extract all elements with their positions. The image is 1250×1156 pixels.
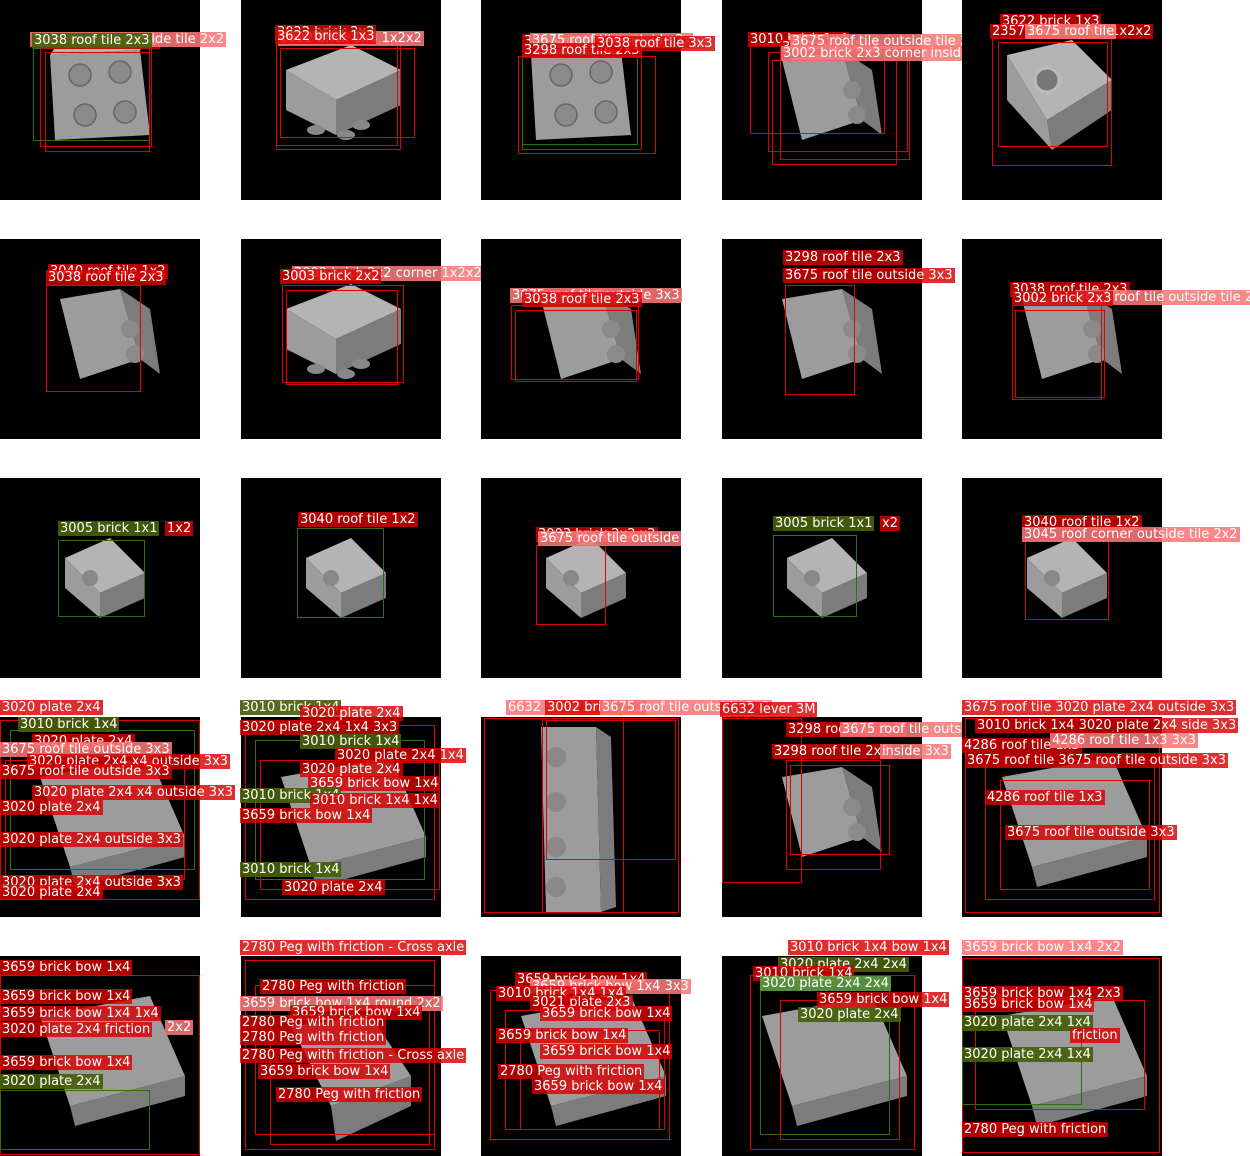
prediction-label: 3002 brick 2x3	[1012, 291, 1114, 306]
prediction-label: 3020 plate 2x4 x4 outside 3x3	[32, 785, 236, 800]
prediction-label: 3659 brick bow 1x4	[258, 1064, 391, 1079]
prediction-label: 3675 roof tile outside 3x3	[783, 268, 955, 283]
ground-truth-label: 3020 plate 2x4	[798, 1007, 901, 1022]
prediction-label: 3659 brick bow 1x4	[496, 1028, 629, 1043]
prediction-label: 3675 roof tile 3675 roof tile outside 3x…	[965, 753, 1228, 768]
prediction-label: 6632 lever 3M	[720, 702, 818, 717]
prediction-label: 3298 roof tile 2x3	[783, 250, 903, 265]
prediction-label: 3020 plate 2x4 1x4	[335, 748, 466, 763]
prediction-label: 3675 roof tile outside 3x3	[1005, 825, 1177, 840]
prediction-box	[785, 285, 855, 395]
prediction-label: x2	[880, 516, 900, 531]
detection-grid: 3038 roof tile 2x3 3675 roof tile outside…	[0, 0, 1250, 1156]
prediction-label: 3659 brick bow 1x4 2x2	[962, 940, 1123, 955]
prediction-box	[46, 285, 141, 392]
prediction-label: 3020 plate 2x4 outside 3x3	[0, 832, 183, 847]
prediction-label: 3038 roof tile 2x3	[46, 270, 166, 285]
prediction-box	[780, 48, 910, 160]
prediction-label: 3040 roof tile 1x2	[298, 512, 418, 527]
prediction-label: 3659 brick bow 1x4	[532, 1079, 665, 1094]
prediction-label: 2780 Peg with friction	[276, 1087, 423, 1102]
prediction-label: 3675 roof tile outside	[538, 531, 682, 546]
prediction-label: 3659 brick bow 1x4	[540, 1044, 673, 1059]
prediction-label: 3020 plate 2x4	[282, 880, 385, 895]
prediction-label: 2780 Peg with friction - Cross axle	[240, 940, 467, 955]
prediction-label: 3010 brick 1x4 3020 plate 2x4 side 3x3	[975, 718, 1239, 733]
prediction-label: 3010 brick 1x4 1x4	[310, 793, 440, 808]
prediction-label: 4286 roof tile 1x3	[985, 790, 1105, 805]
prediction-label: 3020 plate 2x4	[0, 700, 103, 715]
prediction-label: 2780 Peg with friction	[240, 1030, 387, 1045]
prediction-label: 3675 roof tile outside 3x3	[0, 764, 172, 779]
prediction-label: 3675 roof tile	[1025, 24, 1117, 39]
prediction-label: 4286 roof tile 1x3 3x3	[1050, 733, 1198, 748]
prediction-label: 3659 brick bow 1x4	[0, 960, 133, 975]
prediction-label: 3659 brick bow 1x4	[540, 1006, 673, 1021]
prediction-box	[998, 42, 1108, 147]
ground-truth-label: 3020 plate 2x4 2x4	[760, 976, 891, 991]
ground-truth-label: 3005 brick 1x1	[773, 516, 875, 531]
prediction-label: 2x2	[165, 1020, 194, 1035]
prediction-label: 2780 Peg with friction - Cross axle	[240, 1048, 467, 1063]
prediction-label: 3020 plate 2x4	[0, 885, 103, 900]
prediction-label: 3659 brick bow 1x4	[0, 989, 133, 1004]
prediction-box	[790, 765, 890, 855]
prediction-label: 3010 brick 1x4 bow 1x4	[788, 940, 949, 955]
ground-truth-label: 3010 brick 1x4	[240, 862, 342, 877]
prediction-label: 2780 Peg with friction	[962, 1122, 1109, 1137]
prediction-label: 3659 brick bow 1x4	[240, 808, 373, 823]
prediction-label: 2780 Peg with friction	[498, 1064, 645, 1079]
prediction-label: inside 3x3	[880, 744, 951, 759]
prediction-label: friction	[1070, 1028, 1120, 1043]
prediction-label: 3659 brick bow 1x4 1x4	[0, 1006, 161, 1021]
prediction-label: 2780 Peg with friction	[260, 979, 407, 994]
ground-truth-label: 3020 plate 2x4 1x4	[962, 1047, 1093, 1062]
prediction-box	[1015, 310, 1105, 398]
prediction-label: 3020 plate 2x4	[300, 706, 403, 721]
prediction-label: 3020 plate 2x4 1x4 3x3	[240, 720, 400, 735]
ground-truth-box	[58, 540, 145, 617]
prediction-label: 3659 brick bow 1x4	[0, 1055, 133, 1070]
prediction-label: 3045 roof corner outside tile 2x2	[1022, 527, 1240, 542]
ground-truth-label: 3005 brick 1x1	[58, 521, 160, 536]
prediction-label: 3659 brick bow 1x4	[962, 997, 1095, 1012]
ground-truth-box	[773, 535, 857, 617]
prediction-box	[536, 545, 606, 625]
prediction-label: 3675 roof tile 3020 plate 2x4 outside 3x…	[962, 700, 1237, 715]
ground-truth-label: 3020 plate 2x4	[0, 1074, 103, 1089]
ground-truth-label: 3038 roof tile 2x3	[32, 33, 152, 48]
prediction-box	[1025, 540, 1109, 620]
prediction-label: 3038 roof tile 2x3	[522, 292, 642, 307]
ground-truth-label: 3010 brick 1x4	[18, 717, 120, 732]
prediction-box	[286, 290, 398, 385]
prediction-label: 2780 Peg with friction	[240, 1015, 387, 1030]
ground-truth-label: 3010 brick 1x4	[300, 734, 402, 749]
prediction-label: 3003 brick 2x2	[280, 269, 382, 284]
prediction-box	[276, 42, 401, 150]
prediction-label: 3298 roof tile 2x3	[772, 744, 892, 759]
prediction-box	[546, 720, 676, 860]
prediction-label: 3038 roof tile 3x3	[595, 36, 715, 51]
prediction-label: 3002 brick 2x3 corner inside	[781, 46, 972, 61]
prediction-label: 3622 brick 1x3	[275, 29, 377, 44]
prediction-label: 3659 brick bow 1x4	[817, 992, 950, 1007]
prediction-box	[515, 310, 637, 382]
prediction-label: 1x2	[165, 521, 194, 536]
prediction-box	[45, 52, 150, 152]
ground-truth-box	[0, 1090, 150, 1150]
prediction-label: 3020 plate 2x4	[0, 800, 103, 815]
prediction-label: 3020 plate 2x4	[300, 762, 403, 777]
ground-truth-box	[522, 55, 638, 145]
prediction-label: 3020 plate 2x4 friction	[0, 1022, 153, 1037]
ground-truth-box	[297, 528, 384, 618]
